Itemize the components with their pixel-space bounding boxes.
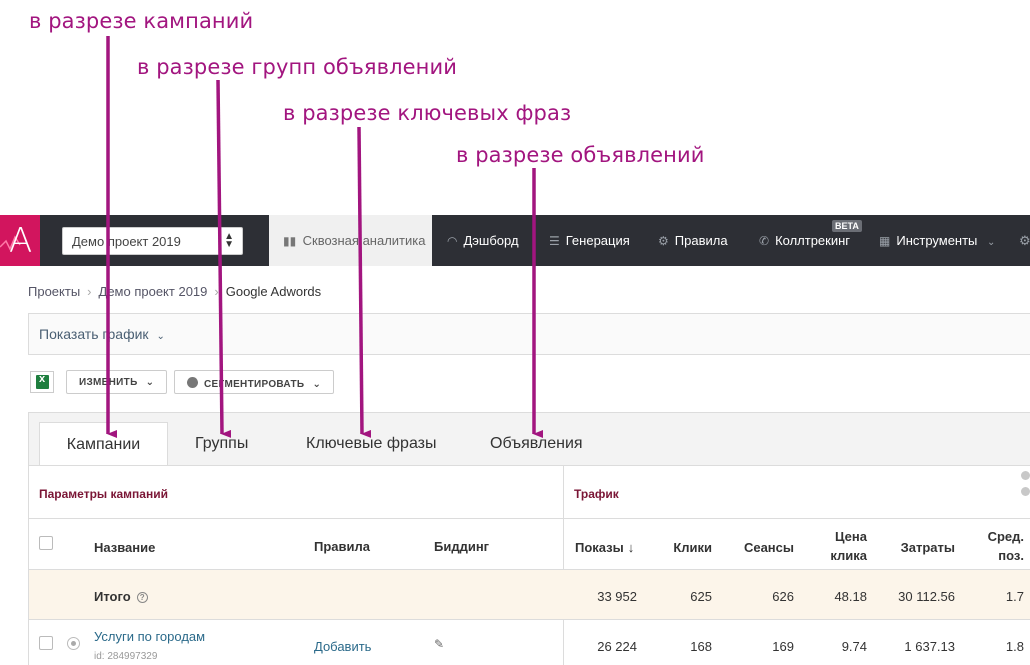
total-clicks: 625: [690, 589, 712, 604]
top-navbar: A Демо проект 2019 ▲ ▼ ▮▮ Сквозная аналит…: [0, 215, 1030, 266]
arrow-keywords: [357, 126, 372, 438]
total-impressions: 33 952: [597, 589, 637, 604]
section-title-params: Параметры кампаний: [39, 487, 168, 501]
breadcrumb-projects[interactable]: Проекты: [28, 284, 80, 299]
tab-keywords[interactable]: Ключевые фразы: [306, 422, 437, 466]
col-name[interactable]: Название: [94, 540, 155, 555]
chevron-right-icon: ›: [87, 284, 92, 299]
annotation-campaigns: в разрезе кампаний: [29, 9, 254, 33]
breadcrumb: Проекты › Демо проект 2019 › Google Adwords: [28, 284, 321, 299]
annotation-keywords: в разрезе ключевых фраз: [283, 101, 572, 125]
col-clicks[interactable]: Клики: [652, 540, 712, 555]
col-avg-line2: поз.: [998, 548, 1024, 563]
logo-letter: A: [9, 221, 33, 261]
show-chart-label: Показать график: [39, 326, 149, 342]
nav-label: Правила: [674, 233, 728, 248]
row-divider: [29, 518, 1030, 519]
tab-groups[interactable]: Группы: [195, 422, 248, 466]
col-cost[interactable]: Затраты: [885, 540, 955, 555]
col-impressions-label: Показы: [575, 540, 624, 555]
app-logo[interactable]: A: [0, 215, 40, 266]
nav-label: Инструменты: [896, 233, 978, 248]
row-divider: [29, 619, 1030, 620]
col-avg-position[interactable]: Сред. поз.: [974, 529, 1024, 563]
bar-chart-icon: ▮▮: [283, 234, 297, 248]
section-title-traffic: Трафик: [574, 487, 619, 501]
total-label-text: Итого: [94, 589, 131, 604]
annotation-ads: в разрезе объявлений: [456, 143, 705, 167]
list-icon: ☰: [549, 234, 560, 248]
row-cost: 1 637.13: [904, 639, 955, 654]
nav-label: Генерация: [565, 233, 630, 248]
row-checkbox[interactable]: [39, 636, 53, 650]
help-icon[interactable]: [1021, 487, 1030, 496]
annotation-ad-groups: в разрезе групп объявлений: [137, 55, 457, 79]
gear-icon[interactable]: [1021, 471, 1030, 480]
total-avg-position: 1.7: [1005, 589, 1024, 604]
add-rule-link[interactable]: Добавить: [314, 639, 371, 654]
segment-button-label: СЕГМЕНТИРОВАТЬ: [204, 379, 305, 390]
breadcrumb-current: Google Adwords: [225, 284, 322, 299]
chevron-down-icon: ⌄: [156, 331, 165, 342]
nav-item-generation[interactable]: ☰ Генерация: [549, 233, 630, 248]
edit-button-label: ИЗМЕНИТЬ: [79, 377, 138, 388]
col-bidding[interactable]: Биддинг: [434, 539, 489, 554]
tab-ads[interactable]: Объявления: [490, 422, 583, 466]
campaign-id: id: 284997329: [94, 651, 158, 662]
nav-item-calltracking[interactable]: ✆ Коллтрекинг: [759, 233, 850, 248]
col-avg-line1: Сред.: [987, 529, 1024, 544]
chevron-right-icon: ›: [214, 284, 219, 299]
project-select[interactable]: Демо проект 2019 ▲ ▼: [62, 227, 243, 255]
help-icon[interactable]: ?: [136, 592, 148, 603]
settings-icon[interactable]: ⚙: [1019, 233, 1030, 249]
select-arrows-icon: ▲ ▼: [224, 231, 234, 250]
phone-icon: ✆: [759, 234, 770, 248]
col-impressions[interactable]: Показы ↓: [575, 540, 634, 555]
breadcrumb-project[interactable]: Демо проект 2019: [99, 284, 208, 299]
nav-item-dashboard[interactable]: ◠ Дэшборд: [447, 233, 519, 248]
row-cpc: 9.74: [841, 639, 867, 654]
row-impressions: 26 224: [597, 639, 637, 654]
row-avg-position: 1.8: [1005, 639, 1024, 654]
row-sessions: 169: [772, 639, 794, 654]
col-sessions[interactable]: Сеансы: [734, 540, 794, 555]
row-clicks: 168: [690, 639, 712, 654]
edit-button[interactable]: ИЗМЕНИТЬ ⌄: [66, 370, 168, 394]
nav-label: Коллтрекинг: [775, 233, 851, 248]
table-divider: [563, 465, 564, 665]
pencil-icon[interactable]: ✎: [434, 637, 444, 651]
grid-icon: ▦: [879, 234, 891, 248]
total-sessions: 626: [772, 589, 794, 604]
beta-badge: BETA: [832, 220, 862, 232]
chevron-down-icon: ⌄: [987, 237, 996, 248]
select-all-checkbox[interactable]: [39, 536, 53, 550]
total-cpc: 48.18: [834, 589, 867, 604]
nav-item-tools[interactable]: ▦ Инструменты ⌄: [879, 233, 995, 248]
gauge-icon: ◠: [447, 234, 458, 248]
chevron-down-icon: ⌄: [312, 379, 322, 390]
globe-icon: [187, 377, 198, 388]
col-rules[interactable]: Правила: [314, 539, 370, 554]
show-chart-toggle[interactable]: Показать график ⌄: [28, 313, 1030, 355]
tab-campaigns[interactable]: Кампании: [39, 422, 168, 466]
segment-button[interactable]: СЕГМЕНТИРОВАТЬ ⌄: [174, 370, 335, 394]
nav-label: Дэшборд: [463, 233, 519, 248]
nav-item-end-to-end-analytics[interactable]: ▮▮ Сквозная аналитика: [269, 215, 432, 266]
gears-icon: ⚙: [658, 234, 669, 248]
sort-down-icon: ↓: [627, 540, 635, 555]
project-select-value: Демо проект 2019: [72, 234, 181, 249]
row-divider: [29, 465, 1030, 466]
excel-export-button[interactable]: [30, 371, 54, 393]
total-cost: 30 112.56: [898, 589, 955, 604]
campaign-name-link[interactable]: Услуги по городам: [94, 629, 205, 644]
nav-label: Сквозная аналитика: [302, 233, 426, 248]
col-cpc-line1: Цена: [835, 529, 867, 544]
col-cpc-line2: клика: [830, 548, 867, 563]
chevron-down-icon: ⌄: [145, 377, 155, 388]
nav-item-rules[interactable]: ⚙ Правила: [658, 233, 728, 248]
excel-icon: [36, 373, 49, 389]
col-cpc[interactable]: Цена клика: [807, 529, 867, 563]
status-toggle[interactable]: [67, 637, 80, 650]
total-label: Итого?: [94, 589, 148, 604]
